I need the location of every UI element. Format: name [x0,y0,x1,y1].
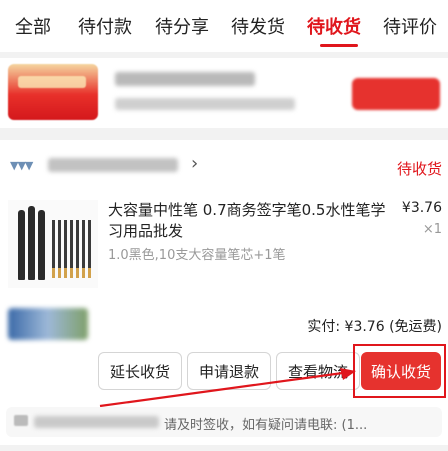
tab-pending-payment[interactable]: 待付款 [78,13,132,39]
delivery-notice: 请及时签收，如有疑问请电联: (1... [0,405,448,439]
promo-action-button[interactable] [352,78,440,110]
promo-title-blurred [115,72,255,86]
order-card: ▼▼▼ › 待收货 大容量中性笔 0.7商务签字笔0.5水性笔学习用品批发 ¥3… [0,140,448,445]
order-status-tabs: 全部 待付款 待分享 待发货 待收货 待评价 [0,0,448,52]
active-tab-indicator [320,44,358,47]
promo-image [8,64,98,120]
promo-banner[interactable] [0,58,448,128]
tab-pending-review[interactable]: 待评价 [383,13,437,39]
notice-prefix-blurred [34,416,159,428]
tab-pending-share[interactable]: 待分享 [155,13,209,39]
notice-text: 请及时签收，如有疑问请电联: (1... [164,418,368,433]
arrow-annotation [99,368,356,408]
tab-pending-shipment[interactable]: 待发货 [231,13,285,39]
truck-icon [14,415,28,426]
tab-pending-receipt[interactable]: 待收货 [307,13,361,39]
tab-all[interactable]: 全部 [15,13,51,39]
promo-subtitle-blurred [115,98,295,110]
